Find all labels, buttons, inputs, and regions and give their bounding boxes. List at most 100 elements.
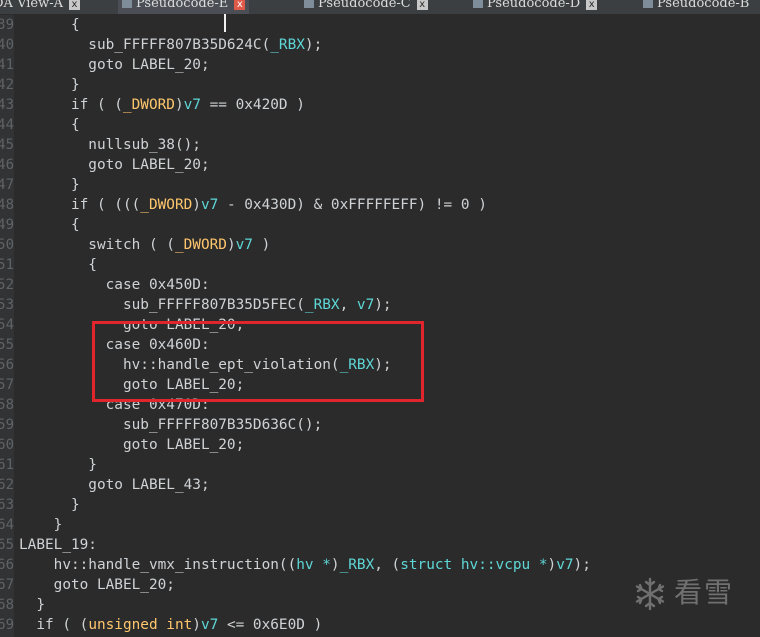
line-number: 61	[0, 457, 14, 473]
code-line: }	[19, 495, 80, 515]
code-token: )	[192, 197, 201, 213]
code-type: _DWORD	[174, 237, 227, 253]
line-number: 53	[0, 297, 14, 313]
line-number: 54	[0, 317, 14, 333]
code-token: sub_FFFFF807B35D624C(	[19, 37, 271, 53]
tab-label: Pseudocode-B	[657, 0, 750, 11]
line-number: 63	[0, 497, 14, 513]
code-token: {	[19, 17, 80, 33]
code-token: )	[252, 237, 271, 253]
tab-pseudocode-b[interactable]: Pseudocode-B	[643, 0, 749, 14]
code-token: {	[19, 257, 97, 273]
line-number: 47	[0, 177, 14, 193]
code-line: LABEL_19:	[19, 535, 97, 555]
tab-pseudocode-c[interactable]: Pseudocode-C x	[304, 0, 428, 14]
code-token: )	[226, 237, 236, 253]
code-token: goto LABEL_20;	[19, 577, 175, 593]
line-number: 65	[0, 537, 14, 553]
code-token: goto LABEL_43;	[19, 477, 210, 493]
code-icon	[122, 0, 132, 8]
code-variable: v7	[200, 197, 219, 213]
code-icon	[643, 0, 653, 8]
line-number: 45	[0, 137, 14, 153]
code-variable: _RBX	[304, 297, 340, 313]
code-line: goto LABEL_20;	[19, 575, 175, 595]
code-token: goto LABEL_20;	[19, 437, 245, 453]
code-token: switch ( (	[19, 237, 175, 253]
close-icon[interactable]: x	[586, 0, 598, 10]
code-token: }	[19, 517, 63, 533]
tab-ida-view-a[interactable]: IDA View-A x	[0, 0, 80, 14]
code-type: _DWORD	[122, 97, 175, 113]
code-line: if ( (((_DWORD)v7 - 0x430D) & 0xFFFFFEFF…	[19, 195, 487, 215]
code-line: case 0x450D:	[19, 275, 210, 295]
code-token: {	[19, 117, 80, 133]
line-number: 57	[0, 377, 14, 393]
code-variable: hv *	[296, 557, 331, 573]
line-number: 49	[0, 217, 14, 233]
code-token: - 0x430D) & 0xFFFFFEFF) != 0 )	[218, 197, 487, 213]
close-icon[interactable]: x	[234, 0, 246, 10]
line-number: 66	[0, 557, 14, 573]
code-line: sub_FFFFF807B35D636C();	[19, 415, 322, 435]
code-token: sub_FFFFF807B35D636C();	[19, 417, 323, 433]
tab-label: Pseudocode-E	[136, 0, 229, 11]
code-variable: v7	[235, 237, 253, 253]
code-line: {	[19, 115, 80, 135]
line-number: 48	[0, 197, 14, 213]
highlight-annotation-box	[92, 321, 424, 402]
code-token: {	[19, 217, 80, 233]
code-line: nullsub_38();	[19, 135, 201, 155]
code-line: goto LABEL_20;	[19, 435, 244, 455]
tab-pseudocode-d[interactable]: Pseudocode-D x	[473, 0, 598, 14]
code-token: nullsub_38();	[19, 137, 201, 153]
tab-label: Pseudocode-D	[487, 0, 581, 11]
code-token: sub_FFFFF807B35D5FEC(	[19, 297, 305, 313]
code-line: {	[19, 255, 97, 275]
code-token: <= 0x6E0D )	[218, 617, 323, 633]
line-number: 60	[0, 437, 14, 453]
code-token: );	[374, 297, 392, 313]
close-icon[interactable]: x	[69, 0, 80, 10]
code-line: if ( (_DWORD)v7 == 0x420D )	[19, 95, 305, 115]
code-token: }	[19, 457, 97, 473]
watermark-text: 看雪	[674, 576, 735, 609]
code-token: if ( (	[19, 97, 123, 113]
snowflake-icon	[635, 577, 665, 611]
code-line: hv::handle_vmx_instruction((hv *)_RBX, (…	[19, 555, 591, 575]
code-line: sub_FFFFF807B35D5FEC(_RBX, v7);	[19, 295, 392, 315]
line-number: 68	[0, 597, 14, 613]
code-variable: struct hv::vcpu *	[400, 557, 548, 573]
line-number: 42	[0, 77, 14, 93]
tab-bar: IDA View-Ax Pseudocode-Ex Pseudocode-Cx …	[0, 0, 760, 14]
line-number-gutter: 39 40 41 42 43 44 45 46 47 48 49 50 51 52 53 54 55 56 57 58…	[0, 15, 14, 637]
code-variable: v7	[200, 617, 219, 633]
code-token: }	[19, 177, 80, 193]
code-token: goto LABEL_20;	[19, 57, 210, 73]
code-token: if ( (((	[19, 197, 141, 213]
code-token: );	[304, 37, 323, 53]
code-line: {	[19, 15, 80, 35]
code-line: }	[19, 455, 97, 475]
code-variable: v7	[356, 297, 375, 313]
code-line: {	[19, 215, 80, 235]
code-token: LABEL_19:	[19, 537, 97, 553]
code-token: );	[573, 557, 591, 573]
line-number: 51	[0, 257, 14, 273]
code-token: , (	[374, 557, 401, 573]
code-token: == 0x420D )	[200, 97, 305, 113]
close-icon[interactable]: x	[416, 0, 428, 10]
line-number: 56	[0, 357, 14, 373]
line-number: 41	[0, 57, 14, 73]
code-icon	[473, 0, 483, 8]
code-token: }	[19, 77, 80, 93]
tab-label: Pseudocode-C	[318, 0, 411, 11]
tab-pseudocode-e[interactable]: Pseudocode-E x	[118, 0, 250, 14]
code-line: goto LABEL_43;	[19, 475, 210, 495]
code-token: goto LABEL_20;	[19, 157, 210, 173]
code-token: )	[547, 557, 557, 573]
code-type: _DWORD	[140, 197, 193, 213]
code-variable: v7	[183, 97, 201, 113]
code-variable: _RBX	[339, 557, 375, 573]
line-number: 43	[0, 97, 14, 113]
